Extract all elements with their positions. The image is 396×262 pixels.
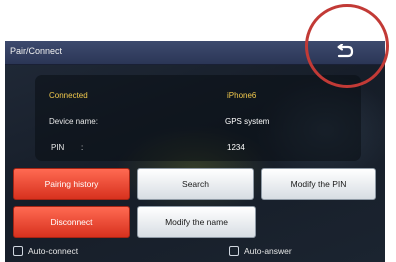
auto-answer-option[interactable]: Auto-answer [229, 246, 292, 256]
main-area: Connected iPhone6 Device name: GPS syste… [5, 65, 385, 262]
pairing-history-button[interactable]: Pairing history [13, 168, 130, 200]
head-unit-screen: Pair/Connect Connected iPhone6 Device na… [5, 41, 385, 262]
connected-device-name: iPhone6 [227, 91, 257, 100]
device-name-value: GPS system [225, 117, 270, 126]
title-bar: Pair/Connect [5, 41, 385, 65]
connection-status: Connected [49, 91, 88, 100]
auto-connect-checkbox[interactable] [13, 246, 23, 256]
auto-answer-label: Auto-answer [244, 246, 292, 256]
modify-name-button[interactable]: Modify the name [137, 206, 256, 238]
back-button[interactable] [335, 42, 355, 62]
auto-answer-checkbox[interactable] [229, 246, 239, 256]
search-button[interactable]: Search [137, 168, 254, 200]
back-arrow-icon [337, 44, 354, 58]
page-title: Pair/Connect [10, 46, 63, 56]
auto-connect-option[interactable]: Auto-connect [13, 246, 78, 256]
auto-connect-label: Auto-connect [28, 246, 79, 256]
device-name-label: Device name: [49, 117, 98, 126]
disconnect-button[interactable]: Disconnect [13, 206, 130, 238]
modify-pin-button[interactable]: Modify the PIN [261, 168, 376, 200]
pin-value: 1234 [227, 143, 245, 152]
pin-label: PIN [51, 143, 65, 152]
pin-separator: : [81, 143, 84, 152]
device-info-panel: Connected iPhone6 Device name: GPS syste… [35, 75, 361, 161]
